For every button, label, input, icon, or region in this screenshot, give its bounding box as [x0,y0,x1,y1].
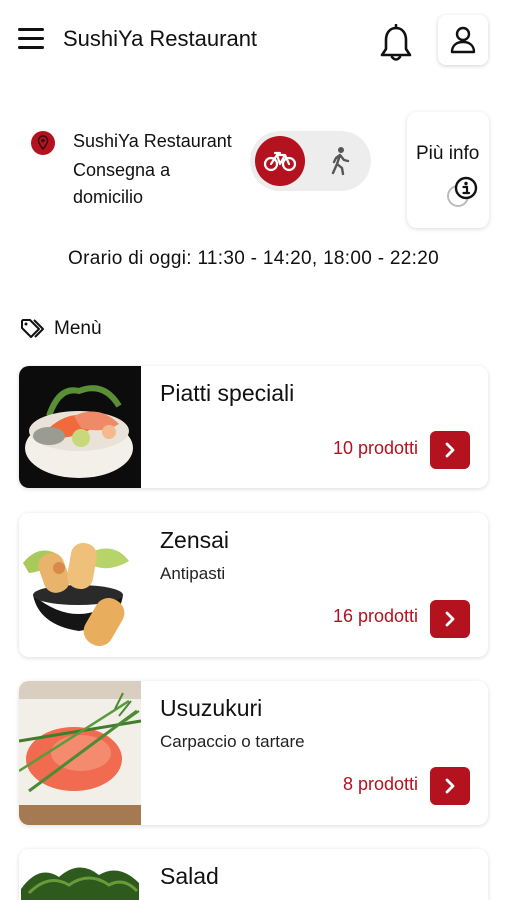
category-subtitle: Antipasti [160,564,226,583]
category-card-zensai[interactable]: Zensai Antipasti 16 prodotti [19,513,488,657]
menu-section-label: Menù [54,318,102,339]
delivery-option-bike[interactable] [255,136,305,186]
restaurant-name: SushiYa Restaurant [73,131,232,151]
category-image [19,849,141,900]
menu-section-header: Menù [20,318,102,340]
walking-person-icon [331,147,350,176]
location-pin-icon [30,130,56,156]
chevron-right-icon [445,778,455,794]
user-account-button[interactable] [438,15,488,65]
category-card-usuzukuri[interactable]: Usuzukuri Carpaccio o tartare 8 prodotti [19,681,488,825]
info-icon [446,176,478,208]
hamburger-line [18,37,44,40]
bicycle-icon [263,151,297,172]
category-image [19,366,141,488]
hamburger-line [18,46,44,49]
category-image [19,681,141,825]
category-open-button[interactable] [430,431,470,469]
delivery-mode-label: Consegna a domicilio [73,160,171,207]
user-icon [450,26,476,54]
category-title: Usuzukuri [160,695,263,721]
chevron-right-icon [445,442,455,458]
tag-icon [21,319,44,338]
category-title: Zensai [160,527,230,553]
delivery-option-pickup[interactable] [318,141,362,181]
category-card-piatti-speciali[interactable]: Piatti speciali 10 prodotti [19,366,488,488]
category-count: 10 prodotti [332,438,418,458]
notifications-button[interactable] [378,23,414,64]
opening-hours: Orario di oggi: 11:30 - 14:20, 18:00 - 2… [68,248,439,269]
category-open-button[interactable] [430,767,470,805]
hamburger-menu-button[interactable] [18,28,44,50]
chevron-right-icon [445,611,455,627]
category-title: Salad [160,863,219,889]
app-title: SushiYa Restaurant [63,26,258,51]
category-count: 16 prodotti [332,606,418,626]
category-card-salad[interactable]: Salad [19,849,488,900]
more-info-button[interactable] [407,112,489,228]
hamburger-line [18,28,44,31]
category-image [19,513,141,657]
category-title: Piatti speciali [160,380,295,406]
bell-icon [380,23,412,61]
category-count: 8 prodotti [342,774,418,794]
category-open-button[interactable] [430,600,470,638]
more-info-label: Più info [416,143,480,164]
category-subtitle: Carpaccio o tartare [160,732,305,751]
